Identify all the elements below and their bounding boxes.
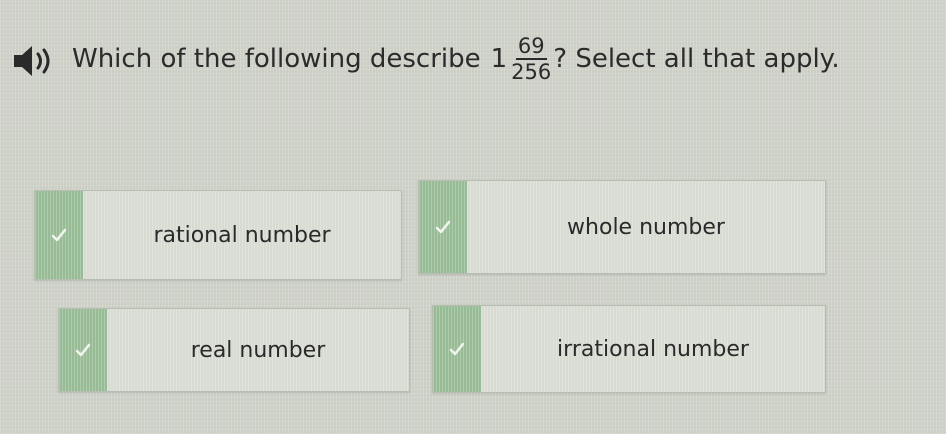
speaker-icon[interactable] <box>10 41 58 81</box>
option-checkbox[interactable] <box>419 181 467 273</box>
option-checkbox[interactable] <box>35 191 83 279</box>
option-real-number[interactable]: real number <box>58 308 410 392</box>
check-icon <box>449 342 465 356</box>
check-icon <box>75 343 91 357</box>
mixed-number-whole: 1 <box>490 44 508 74</box>
option-label: whole number <box>567 214 725 240</box>
check-icon <box>51 228 67 242</box>
mixed-number: 1 69 256 <box>491 35 552 83</box>
option-label: rational number <box>153 222 331 248</box>
option-rational-number[interactable]: rational number <box>34 190 402 280</box>
check-icon <box>435 220 451 234</box>
option-whole-number[interactable]: whole number <box>418 180 826 274</box>
fraction-denominator: 256 <box>511 60 552 84</box>
question-prefix: Which of the following describe <box>72 44 481 74</box>
question-prompt: Which of the following describe 1 69 256… <box>10 14 940 104</box>
option-checkbox[interactable] <box>59 309 107 391</box>
option-label: real number <box>190 337 326 363</box>
option-label: irrational number <box>557 336 749 362</box>
question-suffix: ? Select all that apply. <box>553 44 840 74</box>
fraction: 69 256 <box>511 35 551 83</box>
fraction-numerator: 69 <box>515 35 547 60</box>
option-irrational-number[interactable]: irrational number <box>432 305 826 393</box>
option-checkbox[interactable] <box>433 306 481 392</box>
